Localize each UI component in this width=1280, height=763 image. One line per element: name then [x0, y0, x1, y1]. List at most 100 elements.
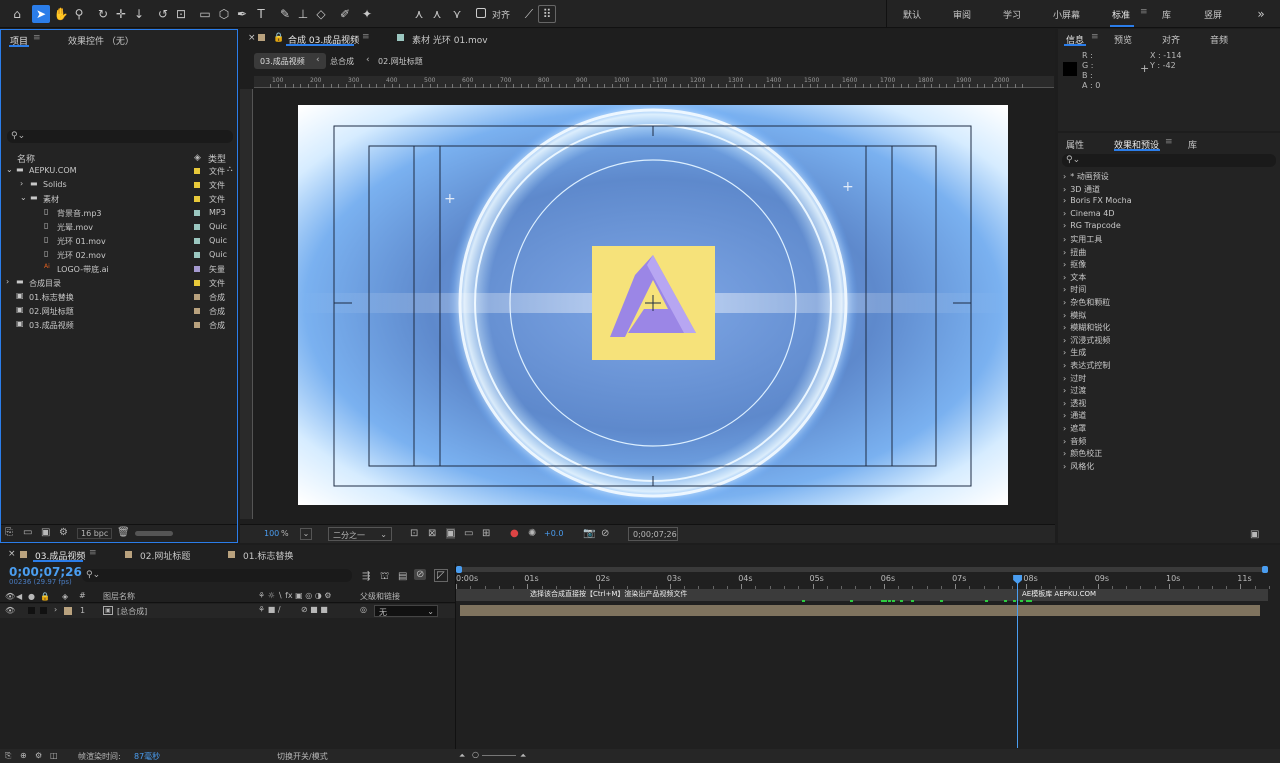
info-tab-2[interactable]: 预览: [1114, 33, 1132, 46]
effect-category[interactable]: › 表达式控制: [1063, 360, 1110, 371]
effect-category[interactable]: › 文本: [1063, 272, 1086, 283]
project-search-input[interactable]: ⚲⌄: [7, 130, 233, 143]
playhead[interactable]: [1017, 575, 1019, 748]
project-item[interactable]: › ▬ 合成目录 文件: [1, 276, 237, 290]
layer-marker[interactable]: [1020, 600, 1023, 602]
frame-blending-icon[interactable]: ⊘: [414, 569, 427, 580]
comp-canvas[interactable]: + +: [298, 105, 1008, 505]
orbit-tool-icon[interactable]: ↻: [94, 5, 112, 23]
label-swatch[interactable]: [194, 238, 200, 244]
visibility-icon[interactable]: 👁: [5, 606, 15, 615]
rectangle-tool-icon[interactable]: ▭: [196, 5, 214, 23]
info-tab-1[interactable]: 信息: [1066, 33, 1084, 46]
info-tab-4[interactable]: 音频: [1210, 33, 1228, 46]
effect-category[interactable]: › RG Trapcode: [1063, 221, 1121, 230]
layer-marker[interactable]: [888, 600, 891, 602]
region-of-interest-icon[interactable]: ⊡: [410, 528, 418, 539]
parent-select[interactable]: 无 ⌄: [374, 605, 438, 617]
layer-row[interactable]: 👁 › 1 ▣ [总合成] ⚘ ■ ∕ ⊘ ■ ■ ◎ 无 ⌄: [0, 604, 455, 618]
effect-category[interactable]: › 颜色校正: [1063, 448, 1102, 459]
panel-menu-icon[interactable]: ≡: [1165, 137, 1173, 147]
exposure-value[interactable]: +0.0: [544, 529, 563, 538]
layer-marker[interactable]: [1004, 600, 1007, 602]
project-item[interactable]: ▯ 光环 02.mov Quic: [1, 248, 237, 262]
snap-grid-icon[interactable]: ⠿: [538, 5, 556, 23]
zoom-slider-handle[interactable]: ○: [472, 750, 479, 759]
zoom-tool-icon[interactable]: ⚲: [70, 5, 88, 23]
timeline-tab-1[interactable]: 03.成品视频: [35, 549, 85, 562]
pan-tool-icon[interactable]: ✛: [112, 5, 130, 23]
workspace-2[interactable]: 审阅: [953, 8, 971, 21]
breadcrumb-item[interactable]: 总合成: [330, 56, 354, 67]
motion-blur-icon[interactable]: ◸: [434, 569, 448, 582]
layer-marker[interactable]: [985, 600, 988, 602]
effect-category[interactable]: › * 动画预设: [1063, 171, 1109, 182]
workspace-1[interactable]: 默认: [903, 8, 921, 21]
effect-category[interactable]: › 风格化: [1063, 461, 1094, 472]
bit-depth-button[interactable]: 16 bpc: [77, 528, 113, 539]
layer-marker[interactable]: [1029, 600, 1032, 602]
project-item[interactable]: ▣ 01.标志替换 合成: [1, 290, 237, 304]
chevron-icon[interactable]: ›: [20, 179, 23, 188]
lock-icon[interactable]: 🔒: [273, 33, 284, 43]
label-swatch[interactable]: [194, 294, 200, 300]
timeline-tab-3[interactable]: 01.标志替换: [243, 549, 293, 562]
axis-view-icon[interactable]: ⋎: [448, 5, 466, 23]
effect-category[interactable]: › 通道: [1063, 410, 1086, 421]
layer-search-input[interactable]: ⚲⌄: [82, 569, 352, 582]
snapshot-icon[interactable]: 📷: [583, 528, 595, 539]
timeline-tab-2[interactable]: 02.网址标题: [140, 549, 190, 562]
project-item[interactable]: ▯ 背景音.mp3 MP3: [1, 206, 237, 220]
label-swatch[interactable]: [194, 224, 200, 230]
new-folder-icon[interactable]: ▭: [23, 527, 32, 538]
project-item[interactable]: › ▬ Solids 文件: [1, 178, 237, 192]
project-item[interactable]: ▯ 光环 01.mov Quic: [1, 234, 237, 248]
effect-category[interactable]: › 音频: [1063, 436, 1086, 447]
effect-category[interactable]: › Boris FX Mocha: [1063, 196, 1132, 205]
puppet-pin-icon[interactable]: ✦: [358, 5, 376, 23]
zoom-value[interactable]: 100: [264, 529, 279, 538]
label-swatch[interactable]: [194, 322, 200, 328]
axis-local-icon[interactable]: ⋏: [410, 5, 428, 23]
effect-category[interactable]: › 杂色和颗粒: [1063, 297, 1110, 308]
panel-menu-icon[interactable]: ≡: [1091, 32, 1099, 42]
layer-marker[interactable]: [892, 600, 895, 602]
effect-category[interactable]: › 过时: [1063, 373, 1086, 384]
solo-checkbox[interactable]: [28, 607, 35, 614]
layer-marker[interactable]: [850, 600, 853, 602]
effects-tab-3[interactable]: 库: [1188, 138, 1197, 151]
pickwhip-icon[interactable]: ◎: [360, 605, 367, 614]
workspace-6[interactable]: 库: [1162, 8, 1171, 21]
hand-tool-icon[interactable]: ✋: [52, 5, 70, 23]
panel-menu-icon[interactable]: ≡: [33, 33, 41, 43]
show-snapshot-icon[interactable]: ⊘: [601, 528, 609, 539]
effects-search-input[interactable]: ⚲⌄: [1062, 154, 1276, 167]
snap-edge-icon[interactable]: ⟋: [520, 5, 538, 23]
channel-icon[interactable]: ⊞: [482, 528, 490, 539]
chevron-right-icon[interactable]: ›: [54, 605, 57, 614]
workspace-5[interactable]: 标准: [1112, 8, 1130, 21]
project-item[interactable]: ▣ 03.成品视频 合成: [1, 318, 237, 332]
effect-category[interactable]: › Cinema 4D: [1063, 209, 1115, 218]
info-tab-3[interactable]: 对齐: [1162, 33, 1180, 46]
effect-category[interactable]: › 过渡: [1063, 385, 1086, 396]
comp-marker-2[interactable]: AE模板库 AEPKU.COM: [1022, 589, 1097, 599]
effect-category[interactable]: › 3D 通道: [1063, 184, 1100, 195]
comp-marker-1[interactable]: 选择该合成直接按【Ctrl+M】渲染出产品视频文件: [530, 589, 688, 599]
draft-3d-icon[interactable]: ⛫: [380, 571, 389, 584]
effect-category[interactable]: › 生成: [1063, 347, 1086, 358]
eraser-tool-icon[interactable]: ◇: [312, 5, 330, 23]
exposure-icon[interactable]: ✺: [528, 528, 536, 539]
color-channel-icon[interactable]: ●: [510, 528, 519, 539]
zoom-dropdown-icon[interactable]: ⌄: [300, 528, 312, 540]
breadcrumb-active[interactable]: 03.成品视频 ‹: [254, 53, 326, 69]
effect-category[interactable]: › 沉浸式视频: [1063, 335, 1110, 346]
render-time-icon[interactable]: ◫: [50, 751, 58, 760]
label-swatch[interactable]: [194, 266, 200, 272]
workspace-menu-icon[interactable]: ≡: [1140, 7, 1148, 17]
panel-menu-icon[interactable]: ≡: [89, 548, 97, 558]
trash-icon[interactable]: 🗑: [117, 527, 130, 538]
thumbnail-slider[interactable]: [135, 531, 173, 536]
effect-category[interactable]: › 实用工具: [1063, 234, 1102, 245]
resolution-select[interactable]: 二分之一 ⌄: [328, 527, 392, 541]
